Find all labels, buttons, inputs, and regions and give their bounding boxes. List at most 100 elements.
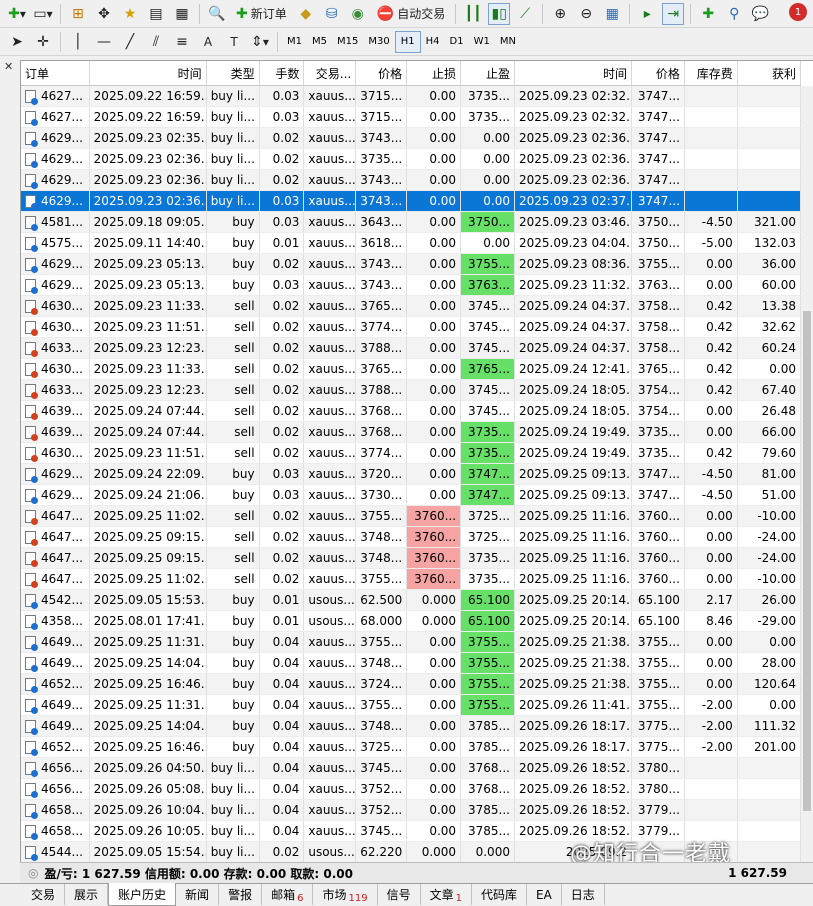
- col-header-open-time[interactable]: 时间: [89, 61, 207, 86]
- chart-shift-button[interactable]: ⇥: [662, 2, 685, 25]
- signals-button[interactable]: ◉: [347, 3, 369, 25]
- table-row[interactable]: 4656... 2025.09.26 04:50... buy li... 0.04 x…: [21, 757, 802, 779]
- terminal-button[interactable]: ▤: [145, 3, 167, 25]
- tab-3[interactable]: 新闻: [176, 884, 220, 905]
- new-order-button[interactable]: ✚ 新订单: [232, 3, 291, 25]
- timeframe-h4[interactable]: H4: [421, 32, 445, 52]
- table-row[interactable]: 4629... 2025.09.23 02:36... buy li... 0.03 x…: [21, 190, 802, 212]
- table-row[interactable]: 4647... 2025.09.25 09:15... sell 0.02 xauus.…: [21, 526, 802, 548]
- zoom-out-button[interactable]: ⊖: [575, 3, 597, 25]
- horizontal-line-tool[interactable]: —: [93, 31, 115, 53]
- tab-8[interactable]: 文章 1: [421, 884, 472, 905]
- timeframe-h1[interactable]: H1: [394, 30, 421, 53]
- table-row[interactable]: 4630... 2025.09.23 11:51... sell 0.02 xauus.…: [21, 316, 802, 338]
- text-label-tool[interactable]: T: [223, 31, 245, 53]
- tab-1[interactable]: 展示: [65, 884, 109, 905]
- tab-9[interactable]: 代码库: [472, 884, 527, 905]
- table-row[interactable]: 4647... 2025.09.25 11:02... sell 0.02 xauus.…: [21, 505, 802, 527]
- tester-button[interactable]: ▦: [171, 3, 193, 25]
- metaquotes-button[interactable]: ◆: [295, 3, 317, 25]
- table-row[interactable]: 4630... 2025.09.23 11:33... sell 0.02 xauus.…: [21, 295, 802, 317]
- market-watch-button[interactable]: ⊞: [67, 3, 89, 25]
- metaeditor-button[interactable]: 🔍: [206, 3, 228, 25]
- table-row[interactable]: 4649... 2025.09.25 14:04... buy 0.04 xauus..…: [21, 715, 802, 737]
- timeframe-m5[interactable]: M5: [307, 32, 332, 52]
- table-row[interactable]: 4649... 2025.09.25 11:31... buy 0.04 xauus..…: [21, 631, 802, 653]
- col-header-type[interactable]: 类型: [206, 61, 260, 86]
- channel-tool[interactable]: ⫽: [145, 31, 167, 53]
- table-row[interactable]: 4649... 2025.09.25 14:04... buy 0.04 xauus..…: [21, 652, 802, 674]
- tab-11[interactable]: 日志: [562, 884, 605, 905]
- table-row[interactable]: 4627... 2025.09.22 16:59... buy li... 0.03 x…: [21, 106, 802, 128]
- table-row[interactable]: 4575... 2025.09.11 14:40... buy 0.01 xauus..…: [21, 232, 802, 254]
- table-row[interactable]: 4633... 2025.09.23 12:23... sell 0.02 xauus.…: [21, 379, 802, 401]
- table-row[interactable]: 4639... 2025.09.24 07:44... sell 0.02 xauus.…: [21, 400, 802, 422]
- table-row[interactable]: 4652... 2025.09.25 16:46... buy 0.04 xauus..…: [21, 736, 802, 758]
- scrollbar-thumb[interactable]: [803, 311, 811, 811]
- line-chart-button[interactable]: ⟋: [514, 3, 536, 25]
- col-header-profit[interactable]: 获利: [737, 61, 802, 86]
- table-row[interactable]: 4629... 2025.09.23 02:36... buy li... 0.02 x…: [21, 148, 802, 170]
- close-terminal-icon[interactable]: ✕: [4, 60, 13, 73]
- cursor-tool[interactable]: ➤: [6, 31, 28, 53]
- vertical-scrollbar[interactable]: [801, 86, 813, 883]
- tab-4[interactable]: 警报: [219, 884, 263, 905]
- col-header-close-price[interactable]: 价格: [631, 61, 685, 86]
- vertical-line-tool[interactable]: │: [67, 31, 89, 53]
- table-row[interactable]: 4629... 2025.09.23 02:35... buy li... 0.02 x…: [21, 127, 802, 149]
- table-row[interactable]: 4542... 2025.09.05 15:53... buy 0.01 usous..…: [21, 589, 802, 611]
- notifications-button[interactable]: 💬: [749, 3, 771, 25]
- text-tool[interactable]: A: [197, 31, 219, 53]
- tab-5[interactable]: 邮箱 6: [262, 884, 314, 905]
- col-header-stop-loss[interactable]: 止损: [406, 61, 462, 86]
- table-row[interactable]: 4630... 2025.09.23 11:33... sell 0.02 xauus.…: [21, 358, 802, 380]
- crosshair-tool[interactable]: ✛: [32, 31, 54, 53]
- trend-line-tool[interactable]: ╱: [119, 31, 141, 53]
- timeframe-m30[interactable]: M30: [363, 32, 394, 52]
- auto-scroll-button[interactable]: ▸: [636, 3, 658, 25]
- bar-chart-button[interactable]: ┃┃: [462, 3, 484, 25]
- new-chart-button[interactable]: ✚ ▾: [6, 3, 28, 25]
- table-row[interactable]: 4658... 2025.09.26 10:04... buy li... 0.04 x…: [21, 799, 802, 821]
- candlestick-button[interactable]: ▮▯: [488, 2, 511, 25]
- timeframe-d1[interactable]: D1: [445, 32, 469, 52]
- table-row[interactable]: 4647... 2025.09.25 09:15... sell 0.02 xauus.…: [21, 547, 802, 569]
- table-row[interactable]: 4627... 2025.09.22 16:59... buy li... 0.03 x…: [21, 85, 802, 107]
- table-row[interactable]: 4649... 2025.09.25 11:31... buy 0.04 xauus..…: [21, 694, 802, 716]
- col-header-swap[interactable]: 库存费: [684, 61, 738, 86]
- table-row[interactable]: 4358... 2025.08.01 17:41... buy 0.01 usous..…: [21, 610, 802, 632]
- table-row[interactable]: 4629... 2025.09.23 05:13... buy 0.03 xauus..…: [21, 274, 802, 296]
- table-row[interactable]: 4633... 2025.09.23 12:23... sell 0.02 xauus.…: [21, 337, 802, 359]
- table-row[interactable]: 4656... 2025.09.26 05:08... buy li... 0.04 x…: [21, 778, 802, 800]
- indicators-button[interactable]: ✚: [697, 3, 719, 25]
- navigator-button[interactable]: ✥: [93, 3, 115, 25]
- table-row[interactable]: 4652... 2025.09.25 16:46... buy 0.04 xauus..…: [21, 673, 802, 695]
- table-row[interactable]: 4629... 2025.09.23 05:13... buy 0.02 xauus..…: [21, 253, 802, 275]
- timeframe-mn[interactable]: MN: [495, 32, 521, 52]
- vps-button[interactable]: ⛁: [321, 3, 343, 25]
- profiles-button[interactable]: ▭ ▾: [32, 3, 54, 25]
- tab-10[interactable]: EA: [527, 884, 562, 905]
- table-row[interactable]: 4639... 2025.09.24 07:44... sell 0.02 xauus.…: [21, 421, 802, 443]
- tab-6[interactable]: 市场 119: [313, 884, 378, 905]
- table-row[interactable]: 4630... 2025.09.23 11:51... sell 0.02 xauus.…: [21, 442, 802, 464]
- tab-7[interactable]: 信号: [378, 884, 421, 905]
- table-row[interactable]: 4629... 2025.09.24 22:09... buy 0.03 xauus..…: [21, 463, 802, 485]
- col-header-symbol[interactable]: 交易...: [303, 61, 357, 86]
- tab-0[interactable]: 交易: [22, 884, 66, 905]
- timeframe-m1[interactable]: M1: [282, 32, 307, 52]
- search-button[interactable]: ⚲: [723, 3, 745, 25]
- col-header-take-profit[interactable]: 止盈: [460, 61, 515, 86]
- table-row[interactable]: 4581... 2025.09.18 09:05... buy 0.03 xauus..…: [21, 211, 802, 233]
- col-header-open-price[interactable]: 价格: [355, 61, 408, 86]
- table-row[interactable]: 4647... 2025.09.25 11:02... sell 0.02 xauus.…: [21, 568, 802, 590]
- tab-2[interactable]: 账户历史: [108, 883, 177, 906]
- timeframe-m15[interactable]: M15: [332, 32, 363, 52]
- auto-trading-button[interactable]: ⛔ 自动交易: [373, 3, 449, 25]
- tile-windows-button[interactable]: ▦: [601, 3, 623, 25]
- col-header-order[interactable]: 订单: [21, 61, 90, 86]
- favorites-button[interactable]: ★: [119, 3, 141, 25]
- arrows-tool[interactable]: ⇕ ▾: [249, 31, 271, 53]
- col-header-close-time[interactable]: 时间: [514, 61, 632, 86]
- zoom-in-button[interactable]: ⊕: [549, 3, 571, 25]
